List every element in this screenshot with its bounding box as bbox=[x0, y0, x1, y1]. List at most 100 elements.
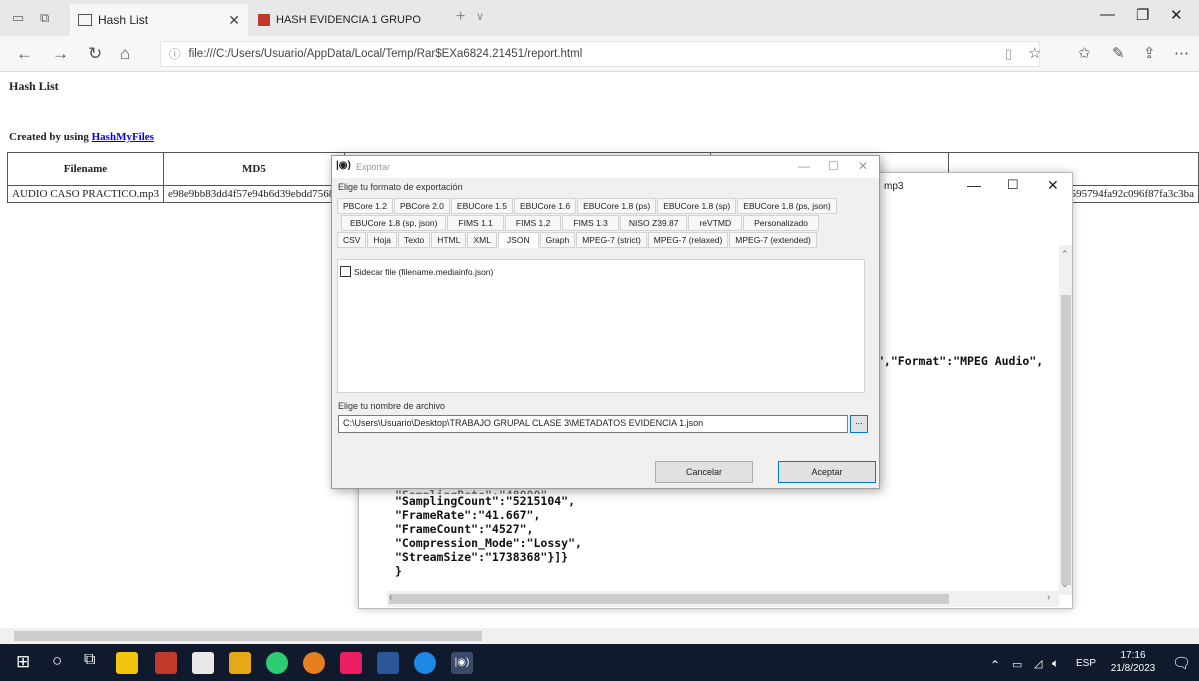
tray-chevron-icon[interactable]: ⌃ bbox=[990, 658, 1000, 672]
json-line: "SamplingCount":"5215104", bbox=[395, 494, 576, 508]
tab-html[interactable]: HTML bbox=[431, 232, 467, 248]
tab-graph[interactable]: Graph bbox=[539, 232, 576, 248]
address-input[interactable]: ⓘ file:///C:/Users/Usuario/AppData/Local… bbox=[160, 41, 1040, 67]
tab-preview-icon[interactable]: ⧉ bbox=[40, 10, 49, 26]
tab-fims-1-3[interactable]: FIMS 1.3 bbox=[562, 215, 619, 231]
edge-icon[interactable] bbox=[414, 652, 436, 674]
mail-icon[interactable] bbox=[192, 652, 214, 674]
viewer-minimize-icon[interactable]: — bbox=[967, 177, 981, 193]
chevron-down-icon[interactable]: ∨ bbox=[476, 10, 484, 23]
sidecar-option[interactable]: Sidecar file (filename.mediainfo.json) bbox=[340, 266, 493, 277]
tab-fims-1-1[interactable]: FIMS 1.1 bbox=[447, 215, 504, 231]
search-icon[interactable]: ○ bbox=[52, 651, 62, 671]
tab-hash-evidencia[interactable]: HASH EVIDENCIA 1 GRUPO bbox=[250, 4, 442, 36]
viewer-close-icon[interactable]: ✕ bbox=[1047, 177, 1059, 194]
json-line: "Compression_Mode":"Lossy", bbox=[395, 536, 582, 550]
new-tab-icon[interactable]: + bbox=[456, 8, 465, 26]
tab-mpeg7-extended[interactable]: MPEG-7 (extended) bbox=[729, 232, 817, 248]
json-tab-panel: Sidecar file (filename.mediainfo.json) bbox=[337, 259, 865, 393]
accept-button[interactable]: Aceptar bbox=[778, 461, 876, 483]
refresh-icon[interactable]: ↻ bbox=[88, 44, 102, 64]
tab-actions-icon[interactable]: ▭ bbox=[12, 10, 24, 26]
filename-input[interactable]: C:\Users\Usuario\Desktop\TRABAJO GRUPAL … bbox=[338, 415, 848, 433]
scroll-up-icon[interactable]: ⌃ bbox=[1061, 249, 1069, 260]
favorite-star-icon[interactable]: ☆ bbox=[1028, 44, 1041, 62]
tab-ebucore-1-8-sp-json[interactable]: EBUCore 1.8 (sp, json) bbox=[341, 215, 447, 231]
close-window-icon[interactable]: ✕ bbox=[1170, 6, 1183, 24]
tab-pbcore-2-0[interactable]: PBCore 2.0 bbox=[393, 198, 450, 214]
tab-csv[interactable]: CSV bbox=[337, 232, 367, 248]
sidecar-checkbox[interactable] bbox=[340, 266, 351, 277]
tab-ebucore-1-6[interactable]: EBUCore 1.6 bbox=[514, 198, 577, 214]
tab-hash-list[interactable]: Hash List ✕ bbox=[70, 4, 248, 36]
media-app-icon[interactable] bbox=[155, 652, 177, 674]
more-icon[interactable]: ⋯ bbox=[1174, 44, 1189, 62]
tab-texto[interactable]: Texto bbox=[397, 232, 431, 248]
close-tab-icon[interactable]: ✕ bbox=[228, 12, 240, 29]
clock-date: 21/8/2023 bbox=[1110, 663, 1156, 674]
page-horizontal-thumb[interactable] bbox=[14, 631, 482, 641]
format-line: ","Format":"MPEG Audio", bbox=[877, 354, 1044, 368]
scroll-down-icon[interactable]: ⌄ bbox=[1061, 579, 1069, 590]
viewer-maximize-icon[interactable]: ☐ bbox=[1007, 177, 1019, 193]
viewer-vertical-thumb[interactable] bbox=[1061, 295, 1071, 585]
tab-mpeg7-strict[interactable]: MPEG-7 (strict) bbox=[576, 232, 647, 248]
tab-mpeg7-relaxed[interactable]: MPEG-7 (relaxed) bbox=[647, 232, 729, 248]
favorites-hub-icon[interactable]: ✩ bbox=[1078, 44, 1091, 62]
tab-fims-1-2[interactable]: FIMS 1.2 bbox=[504, 215, 562, 231]
json-line: "StreamSize":"1738368"}]} bbox=[395, 550, 569, 564]
browser-tab-bar: ▭ ⧉ Hash List ✕ HASH EVIDENCIA 1 GRUPO +… bbox=[0, 0, 1199, 36]
created-prefix: Created by using bbox=[9, 131, 92, 143]
mediainfo-icon: |◉) bbox=[336, 160, 351, 171]
json-line: } bbox=[395, 564, 402, 578]
reading-view-icon[interactable]: ▯ bbox=[1005, 46, 1012, 62]
home-icon[interactable]: ⌂ bbox=[120, 44, 130, 64]
clock[interactable]: 17:16 21/8/2023 bbox=[1108, 649, 1158, 675]
windows-start-icon[interactable]: ⊞ bbox=[16, 652, 30, 672]
tab-label: HASH EVIDENCIA 1 GRUPO bbox=[276, 14, 421, 26]
cancel-button[interactable]: Cancelar bbox=[655, 461, 753, 483]
forward-icon[interactable]: → bbox=[52, 44, 69, 64]
page-icon bbox=[78, 14, 92, 26]
minimize-icon[interactable]: — bbox=[1100, 6, 1115, 23]
chrome-icon[interactable] bbox=[266, 652, 288, 674]
created-by-line: Created by using HashMyFiles bbox=[9, 131, 154, 143]
battery-icon[interactable]: ▭ bbox=[1012, 658, 1022, 671]
browse-button[interactable]: ... bbox=[850, 415, 868, 433]
tab-ebucore-1-8-ps[interactable]: EBUCore 1.8 (ps) bbox=[577, 198, 657, 214]
app-icon[interactable] bbox=[340, 652, 362, 674]
viewer-title: mp3 bbox=[884, 181, 904, 192]
language-indicator[interactable]: ESP bbox=[1076, 658, 1096, 669]
tab-hoja[interactable]: Hoja bbox=[367, 232, 397, 248]
firefox-icon[interactable] bbox=[303, 652, 325, 674]
back-icon[interactable]: ← bbox=[16, 44, 33, 64]
hashmyfiles-link[interactable]: HashMyFiles bbox=[92, 131, 154, 143]
restore-icon[interactable]: ❐ bbox=[1136, 6, 1149, 24]
viewer-horizontal-thumb[interactable] bbox=[389, 594, 949, 604]
task-view-icon[interactable]: ⧉ bbox=[84, 651, 95, 669]
tab-ebucore-1-5[interactable]: EBUCore 1.5 bbox=[450, 198, 513, 214]
share-icon[interactable]: ⇪ bbox=[1143, 44, 1156, 62]
dialog-close-icon[interactable]: ✕ bbox=[858, 159, 868, 173]
dialog-title: Exportar bbox=[356, 162, 391, 172]
dialog-minimize-icon[interactable]: — bbox=[798, 159, 810, 173]
volume-icon[interactable]: 🔈︎ bbox=[1052, 656, 1059, 671]
mediainfo-taskbar-icon[interactable]: |◉) bbox=[451, 652, 473, 674]
notifications-icon[interactable]: 🗨︎ bbox=[1172, 654, 1191, 672]
store-icon[interactable] bbox=[116, 652, 138, 674]
tab-json[interactable]: JSON bbox=[497, 232, 539, 248]
tab-revtmd[interactable]: reVTMD bbox=[688, 215, 743, 231]
scroll-right-icon[interactable]: › bbox=[1047, 592, 1050, 603]
scroll-left-icon[interactable]: ‹ bbox=[389, 592, 392, 603]
file-explorer-icon[interactable] bbox=[229, 652, 251, 674]
tab-ebucore-1-8-ps-json[interactable]: EBUCore 1.8 (ps, json) bbox=[737, 198, 837, 214]
word-icon[interactable] bbox=[377, 652, 399, 674]
pen-icon[interactable]: ✎ bbox=[1112, 44, 1125, 62]
tab-ebucore-1-8-sp[interactable]: EBUCore 1.8 (sp) bbox=[657, 198, 737, 214]
tab-pbcore-1-2[interactable]: PBCore 1.2 bbox=[337, 198, 393, 214]
tab-xml[interactable]: XML bbox=[467, 232, 497, 248]
tab-niso[interactable]: NISO Z39.87 bbox=[619, 215, 688, 231]
tab-personalizado[interactable]: Personalizado bbox=[743, 215, 819, 231]
dialog-maximize-icon[interactable]: ☐ bbox=[828, 159, 839, 173]
network-icon[interactable]: ◿ bbox=[1034, 657, 1042, 670]
